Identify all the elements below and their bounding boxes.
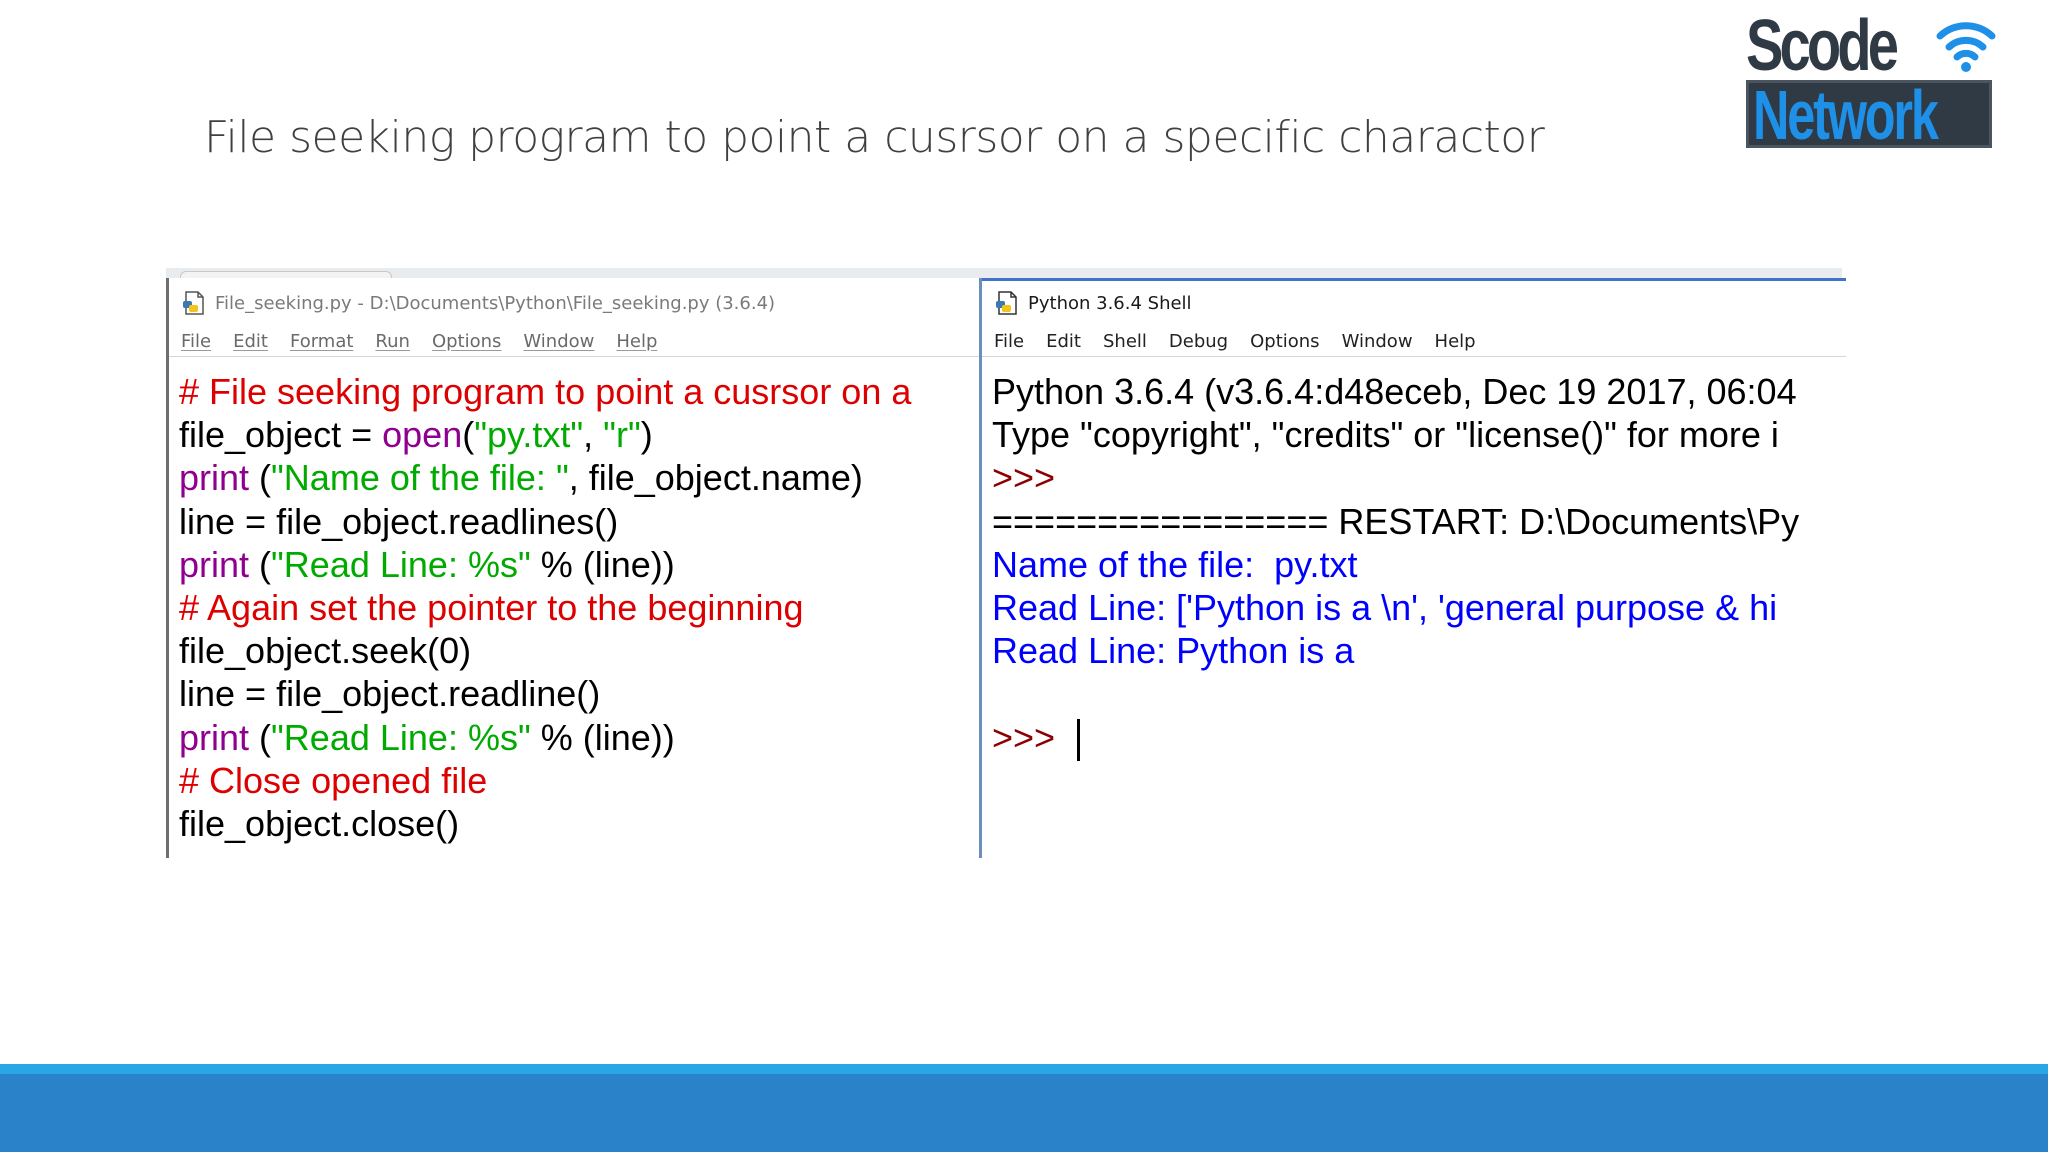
code-token: % (line)) xyxy=(530,716,675,758)
code-token: "Name of the file: " xyxy=(271,457,569,499)
shell-line: Read Line: Python is a xyxy=(992,629,1846,672)
editor-menu-format[interactable]: Format xyxy=(290,331,353,352)
editor-menu-help[interactable]: Help xyxy=(616,331,657,352)
code-token: line = file_object.readlines() xyxy=(179,500,619,542)
shell-window: Python 3.6.4 Shell File Edit Shell Debug Opt… xyxy=(979,278,1846,858)
shell-line: Python 3.6.4 (v3.6.4:d48eceb, Dec 19 201… xyxy=(992,370,1846,413)
code-line: print ("Read Line: %s" % (line)) xyxy=(179,543,981,586)
shell-menu-options[interactable]: Options xyxy=(1250,331,1319,352)
code-token: Read Line: ['Python is a \n', 'general p… xyxy=(992,586,1778,628)
code-line: # Again set the pointer to the beginning xyxy=(179,586,981,629)
code-token: file_object.seek(0) xyxy=(179,630,472,672)
editor-window: File_seeking.py - D:\Documents\Python\Fi… xyxy=(166,278,981,858)
code-line: line = file_object.readlines() xyxy=(179,500,981,543)
footer-bar xyxy=(0,1074,2048,1152)
code-token: Type "copyright", "credits" or "license(… xyxy=(992,414,1779,456)
code-token: % (line)) xyxy=(530,543,675,585)
code-token: ================ RESTART: D:\Documents\P… xyxy=(992,500,1800,542)
code-token: ( xyxy=(249,716,272,758)
editor-menubar: File Edit Format Run Options Window Help xyxy=(169,326,981,357)
code-line: file_object.close() xyxy=(179,802,981,845)
shell-menu-debug[interactable]: Debug xyxy=(1169,331,1228,352)
code-line: # Close opened file xyxy=(179,759,981,802)
shell-menu-file[interactable]: File xyxy=(994,331,1024,352)
shell-menu-edit[interactable]: Edit xyxy=(1046,331,1081,352)
editor-menu-file[interactable]: File xyxy=(181,331,211,352)
code-token: >>> xyxy=(992,457,1066,499)
code-token: print xyxy=(179,716,250,758)
code-token: open xyxy=(382,414,463,456)
code-token: print xyxy=(179,543,250,585)
slide-title: File seeking program to point a cusrsor … xyxy=(204,112,1545,163)
editor-menu-options[interactable]: Options xyxy=(432,331,501,352)
logo-text-scode: Scode xyxy=(1746,6,1899,86)
editor-menu-run[interactable]: Run xyxy=(375,331,410,352)
code-token: # Close opened file xyxy=(179,759,488,801)
code-token: "Read Line: %s" xyxy=(271,543,531,585)
shell-menubar: File Edit Shell Debug Options Window Help xyxy=(982,326,1846,357)
shell-menu-help[interactable]: Help xyxy=(1435,331,1476,352)
shell-output-area[interactable]: Python 3.6.4 (v3.6.4:d48eceb, Dec 19 201… xyxy=(992,370,1846,761)
code-line: print ("Read Line: %s" % (line)) xyxy=(179,716,981,759)
code-token: ( xyxy=(249,543,272,585)
footer-accent-bar xyxy=(0,1064,2048,1074)
code-token: "py.txt" xyxy=(474,414,584,456)
code-token: Name of the file: py.txt xyxy=(992,543,1358,585)
scode-network-logo: Scode Network xyxy=(1746,10,1996,148)
shell-titlebar[interactable]: Python 3.6.4 Shell xyxy=(982,286,1846,320)
code-token: Python 3.6.4 (v3.6.4:d48eceb, Dec 19 201… xyxy=(992,371,1797,412)
editor-titlebar[interactable]: File_seeking.py - D:\Documents\Python\Fi… xyxy=(169,286,981,320)
wifi-icon xyxy=(1936,22,1996,72)
code-token: # File seeking program to point a cusrso… xyxy=(179,371,912,412)
code-line: file_object = open("py.txt", "r") xyxy=(179,413,981,456)
text-cursor xyxy=(1077,718,1081,761)
code-token: "Read Line: %s" xyxy=(271,716,531,758)
code-token: , file_object.name) xyxy=(568,457,863,499)
shell-line: Read Line: ['Python is a \n', 'general p… xyxy=(992,586,1846,629)
code-token: file_object.close() xyxy=(179,802,460,844)
editor-menu-window[interactable]: Window xyxy=(523,331,594,352)
editor-code-area[interactable]: # File seeking program to point a cusrso… xyxy=(179,370,981,845)
shell-line: ================ RESTART: D:\Documents\P… xyxy=(992,500,1846,543)
logo-text-network: Network xyxy=(1753,80,1939,148)
editor-menu-edit[interactable]: Edit xyxy=(233,331,268,352)
code-line: file_object.seek(0) xyxy=(179,629,981,672)
logo-network-box: Network xyxy=(1746,80,1992,148)
code-token: file_object = xyxy=(179,414,383,456)
code-line: line = file_object.readline() xyxy=(179,672,981,715)
code-token: ( xyxy=(249,457,272,499)
shell-title: Python 3.6.4 Shell xyxy=(1028,292,1192,314)
shell-line: >>> xyxy=(992,456,1846,499)
code-line: print ("Name of the file: ", file_object… xyxy=(179,456,981,499)
code-token: , xyxy=(583,414,604,456)
shell-menu-shell[interactable]: Shell xyxy=(1103,331,1147,352)
code-token: # Again set the pointer to the beginning xyxy=(179,586,804,628)
code-token: "r" xyxy=(603,414,641,456)
code-token: ) xyxy=(640,414,653,456)
editor-title: File_seeking.py - D:\Documents\Python\Fi… xyxy=(215,292,776,314)
python-file-icon xyxy=(183,291,204,315)
shell-line: >>> xyxy=(992,716,1846,761)
shell-menu-window[interactable]: Window xyxy=(1342,331,1413,352)
python-shell-icon xyxy=(996,291,1017,315)
code-token: Read Line: Python is a xyxy=(992,630,1355,672)
shell-line: Type "copyright", "credits" or "license(… xyxy=(992,413,1846,456)
code-token: ( xyxy=(462,414,475,456)
code-token: >>> xyxy=(992,716,1066,758)
idle-screenshots: File_seeking.py - D:\Documents\Python\Fi… xyxy=(166,268,1876,858)
code-token: print xyxy=(179,457,250,499)
code-token: line = file_object.readline() xyxy=(179,673,601,715)
shell-line: Name of the file: py.txt xyxy=(992,543,1846,586)
code-line: # File seeking program to point a cusrso… xyxy=(179,370,981,413)
